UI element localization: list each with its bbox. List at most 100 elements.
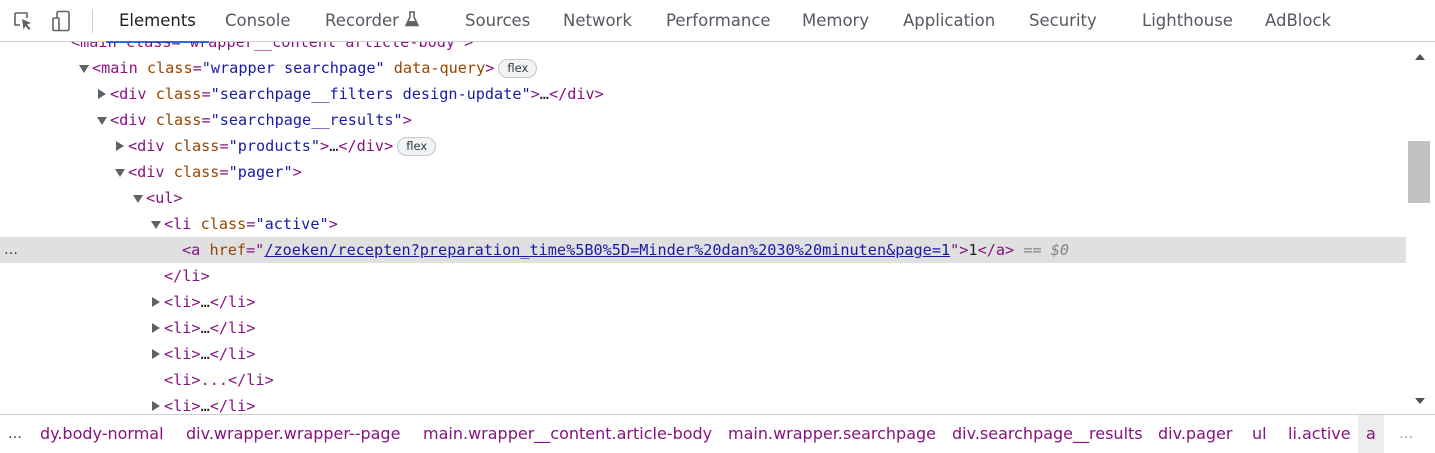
dom-node-row[interactable]: <li>...</li> [0, 367, 1406, 393]
dom-tree: <main class="wrapper__content article-bo… [0, 42, 1406, 414]
dom-node-row[interactable]: <li>…</li> [0, 393, 1406, 414]
breadcrumb-item[interactable]: ul [1252, 415, 1267, 453]
attr-name: class [155, 111, 202, 129]
expand-triangle-icon[interactable] [96, 81, 108, 107]
tag-open: <div [110, 85, 147, 103]
tag-close: > [328, 215, 338, 233]
expand-triangle-icon[interactable] [150, 341, 162, 367]
tab-recorder[interactable]: Recorder [325, 0, 420, 43]
tab-application[interactable]: Application [903, 0, 995, 42]
tab-console[interactable]: Console [225, 0, 291, 42]
tab-security[interactable]: Security [1029, 0, 1097, 42]
tag-close: > [402, 111, 412, 129]
collapse-triangle-icon[interactable] [150, 211, 162, 237]
tag-end: </li> [164, 267, 210, 285]
attr-value: "searchpage__results" [210, 111, 403, 129]
tab-sources[interactable]: Sources [465, 0, 530, 42]
more-options-icon[interactable]: … [0, 237, 22, 263]
collapse-triangle-icon[interactable] [114, 159, 126, 185]
dom-node-row[interactable]: <div class="searchpage__results"> [0, 107, 1406, 133]
scroll-down-arrow-icon[interactable] [1413, 393, 1427, 407]
dom-node-row[interactable]: <main class="wrapper__content article-bo… [0, 42, 1406, 55]
tag-open: <div [128, 163, 165, 181]
tag-open: <div [128, 137, 165, 155]
tab-elements[interactable]: Elements [106, 0, 209, 43]
collapse-triangle-icon[interactable] [78, 55, 90, 81]
breadcrumb-scroll-right-icon[interactable]: … [1399, 415, 1413, 453]
collapsed-ellipsis: … [200, 345, 210, 363]
device-toolbar-icon[interactable] [50, 9, 74, 33]
dom-node-row[interactable]: <main class="wrapper searchpage" data-qu… [0, 55, 1406, 81]
collapsed-ellipsis: … [200, 319, 210, 337]
tag-end: </a> [977, 241, 1015, 259]
dom-node-row[interactable]: <div class="products">…</div> flex [0, 133, 1406, 159]
dom-node-row[interactable]: </li> [0, 263, 1406, 289]
breadcrumb-item[interactable]: main.wrapper__content.article-body [423, 415, 712, 453]
attr-value: "active" [255, 215, 329, 233]
collapsed-ellipsis: … [329, 137, 339, 155]
tag-open: <main class="wrapper__content article-bo… [71, 42, 474, 51]
flex-badge[interactable]: flex [498, 59, 538, 78]
scrollbar-thumb[interactable] [1408, 141, 1430, 203]
tag-end: </div> [338, 137, 394, 155]
expand-triangle-icon[interactable] [150, 315, 162, 341]
breadcrumb-scroll-left-icon[interactable]: … [8, 415, 22, 453]
tab-network[interactable]: Network [563, 0, 632, 42]
tab-memory[interactable]: Memory [802, 0, 869, 42]
expand-triangle-icon[interactable] [114, 133, 126, 159]
collapse-triangle-icon[interactable] [132, 185, 144, 211]
collapsed-ellipsis: ... [200, 371, 229, 389]
tag-end: </div> [548, 85, 604, 103]
collapse-triangle-icon[interactable] [96, 107, 108, 133]
breadcrumb-item[interactable]: dy.body-normal [40, 415, 164, 453]
dom-node-row[interactable]: <li>…</li> [0, 315, 1406, 341]
breadcrumb-item-active[interactable]: a [1358, 415, 1384, 453]
collapsed-ellipsis: … [539, 85, 549, 103]
vertical-scrollbar[interactable] [1406, 42, 1435, 414]
breadcrumb-item[interactable]: main.wrapper.searchpage [728, 415, 936, 453]
tag-close: > [292, 163, 302, 181]
breadcrumb-item[interactable]: div.pager [1158, 415, 1232, 453]
dom-node-row[interactable]: <li>…</li> [0, 341, 1406, 367]
expand-triangle-icon[interactable] [150, 393, 162, 414]
tag-end: </li> [209, 345, 256, 363]
attr-name: class [173, 137, 220, 155]
dom-node-row[interactable]: <div class="pager"> [0, 159, 1406, 185]
breadcrumb-item[interactable]: div.searchpage__results [952, 415, 1143, 453]
tab-adblock[interactable]: AdBlock [1265, 0, 1331, 42]
attr-name: class [155, 85, 202, 103]
attr-value: "products" [228, 137, 321, 155]
inspect-element-icon[interactable] [11, 9, 35, 33]
breadcrumb-item[interactable]: li.active [1288, 415, 1351, 453]
dom-node-row[interactable]: <ul> [0, 185, 1406, 211]
scroll-up-arrow-icon[interactable] [1413, 49, 1427, 63]
tag-open: <a [182, 241, 201, 259]
tag-close: > [485, 59, 495, 77]
flex-badge[interactable]: flex [397, 137, 437, 156]
attr-name: href [209, 241, 247, 259]
attr-name: class [200, 215, 247, 233]
dom-node-row[interactable]: <div class="searchpage__filters design-u… [0, 81, 1406, 107]
flask-icon [404, 1, 420, 43]
tag-open: <li> [164, 371, 201, 389]
attr-value: "searchpage__filters design-update" [210, 85, 531, 103]
collapsed-ellipsis: … [200, 397, 210, 414]
tag-open: <div [110, 111, 147, 129]
dom-node-row-selected[interactable]: … <a href="/zoeken/recepten?preparation_… [0, 237, 1406, 263]
tag-open: <main [92, 59, 138, 77]
attr-name: class [146, 59, 193, 77]
dom-node-row[interactable]: <li>…</li> [0, 289, 1406, 315]
tag-end: </li> [209, 319, 256, 337]
tab-lighthouse[interactable]: Lighthouse [1142, 0, 1233, 42]
tag-open: <li> [164, 319, 201, 337]
expand-triangle-icon[interactable] [150, 289, 162, 315]
breadcrumb-item[interactable]: div.wrapper.wrapper--page [186, 415, 400, 453]
href-link[interactable]: /zoeken/recepten?preparation_time%5B0%5D… [264, 241, 950, 259]
console-ref-marker: == $0 [1023, 241, 1070, 259]
collapsed-ellipsis: … [200, 293, 210, 311]
tab-recorder-label: Recorder [325, 11, 399, 30]
attr-name: class [173, 163, 220, 181]
tag-open: <ul> [146, 189, 183, 207]
tab-performance[interactable]: Performance [666, 0, 771, 42]
dom-node-row[interactable]: <li class="active"> [0, 211, 1406, 237]
